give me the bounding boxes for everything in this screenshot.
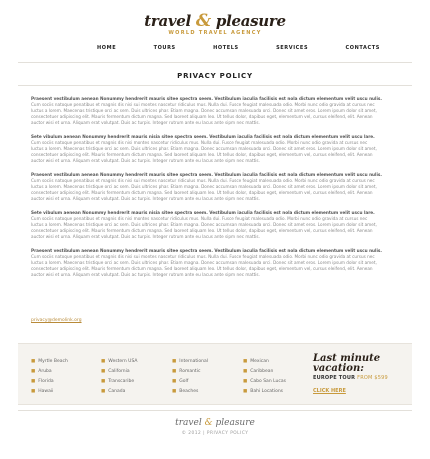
bullet-icon: ■ [243,379,248,384]
section-line: auctor wisi et urna. Aliquam erat volutp… [31,196,260,201]
footer-link-label: Canada [108,389,126,394]
footer-column-1: ■ Myrtle Beach ■ Aruba ■ Florida ■ Hawaii [31,357,68,397]
logo[interactable]: travel & pleasure [0,11,430,31]
footer-link-label: Mexican [250,359,269,364]
footer-link[interactable]: ■ Golf [172,377,208,387]
footer-column-2: ■ Western USA ■ California ■ Transcaribe ■ C… [101,357,137,397]
header-divider [18,62,412,63]
bullet-icon: ■ [172,369,177,374]
footer-link-label: Hawaii [38,389,54,394]
footer-link-label: Florida [38,379,54,384]
footer-link-label: Western USA [108,359,138,364]
footer-link-label: Caribbean [250,369,274,374]
section-line: auctor wisi et urna. Aliquam erat volutp… [31,234,260,239]
main-nav: HOME TOURS HOTELS SERVICES CONTACTS [60,45,380,51]
nav-contacts[interactable]: CONTACTS [345,45,379,51]
bullet-icon: ■ [101,359,106,364]
footer-link-label: International [179,359,208,364]
footer-column-3: ■ International ■ Romantic ■ Golf ■ Beaches [172,357,208,397]
footer-link[interactable]: ■ Cabo San Lucas [243,377,286,387]
bullet-icon: ■ [243,389,248,394]
copyright: © 2012 | PRIVACY POLICY [181,431,249,436]
footer-link[interactable]: ■ Myrtle Beach [31,357,68,367]
footer-link[interactable]: ■ Hawaii [31,387,68,397]
bullet-icon: ■ [172,359,177,364]
bullet-icon: ■ [101,389,106,394]
footer-link[interactable]: ■ Beaches [172,387,208,397]
promo-offer-price: FROM $599 [357,375,388,381]
nav-home[interactable]: HOME [97,45,116,51]
bullet-icon: ■ [101,369,106,374]
bullet-icon: ■ [31,359,36,364]
title-divider [18,85,412,86]
footer-logo-ampersand: & [204,418,213,428]
privacy-content: Praesent vestibulum aenean Nonummy hendr… [31,96,395,286]
footer-link-label: Golf [179,379,189,384]
bullet-icon: ■ [31,369,36,374]
section-3: Praesent vestibulum aenean Nonummy hendr… [31,172,395,202]
footer-link-label: Bahi Locations [250,389,284,394]
footer-link[interactable]: ■ Canada [101,387,137,397]
bullet-icon: ■ [31,379,36,384]
footer-link[interactable]: ■ Bahi Locations [243,387,286,397]
bullet-icon: ■ [172,389,177,394]
bullet-icon: ■ [243,369,248,374]
tagline: WORLD TRAVEL AGENCY [168,30,262,36]
section-line: auctor wisi et urna. Aliquam erat volutp… [31,272,260,277]
footer-link[interactable]: ■ Mexican [243,357,286,367]
footer-link[interactable]: ■ California [101,367,137,377]
footer-link-label: Myrtle Beach [38,359,68,364]
footer-logo-word-2: pleasure [215,418,255,428]
nav-hotels[interactable]: HOTELS [213,45,239,51]
nav-tours[interactable]: TOURS [154,45,176,51]
bullet-icon: ■ [101,379,106,384]
nav-services[interactable]: SERVICES [276,45,308,51]
footer-link[interactable]: ■ Transcaribe [101,377,137,387]
footer-link-label: California [108,369,130,374]
section-1: Praesent vestibulum aenean Nonummy hendr… [31,96,395,126]
section-line: auctor wisi et urna. Aliquam erat volutp… [31,158,260,163]
promo-title-line: vacation: [313,363,364,374]
promo-offer-label: EUROPE TOUR [313,375,356,381]
site-header: travel & pleasure WORLD TRAVEL AGENCY HO… [0,0,430,60]
footer-link-label: Beaches [179,389,199,394]
footer-link-label: Romantic [179,369,201,374]
page-title: PRIVACY POLICY [177,72,253,80]
footer-link[interactable]: ■ Western USA [101,357,137,367]
bullet-icon: ■ [243,359,248,364]
section-4: Sete vibulum aenean Nonummy hendrerit ma… [31,210,395,240]
footer-link-label: Cabo San Lucas [250,379,286,384]
footer-logo[interactable]: travel & pleasure [0,418,430,428]
footer-column-4: ■ Mexican ■ Caribbean ■ Cabo San Lucas ■ Bah… [243,357,286,397]
section-2: Sete vibulum aenean Nonummy hendrerit ma… [31,134,395,164]
footer-logo-word-1: travel [175,418,202,428]
promo-title: Last minute vacation: [313,354,380,374]
bullet-icon: ■ [31,389,36,394]
promo-click-here-link[interactable]: CLICK HERE [313,388,346,394]
footer-link[interactable]: ■ International [172,357,208,367]
logo-word-1: travel [144,12,191,30]
footer-link[interactable]: ■ Romantic [172,367,208,377]
promo-offer: EUROPE TOUR FROM $599 [313,375,388,381]
bullet-icon: ■ [172,379,177,384]
footer-link[interactable]: ■ Caribbean [243,367,286,377]
footer-link-label: Aruba [38,369,52,374]
footer-link[interactable]: ■ Aruba [31,367,68,377]
section-5: Praesent vestibulum aenean Nonummy hendr… [31,248,395,278]
privacy-email-link[interactable]: privacy@demolink.org [31,318,82,323]
logo-word-2: pleasure [215,12,286,30]
footer-divider [18,410,412,411]
footer-link-label: Transcaribe [108,379,135,384]
footer-link[interactable]: ■ Florida [31,377,68,387]
section-line: auctor wisi et urna. Aliquam erat volutp… [31,120,260,125]
logo-ampersand: & [195,11,211,31]
